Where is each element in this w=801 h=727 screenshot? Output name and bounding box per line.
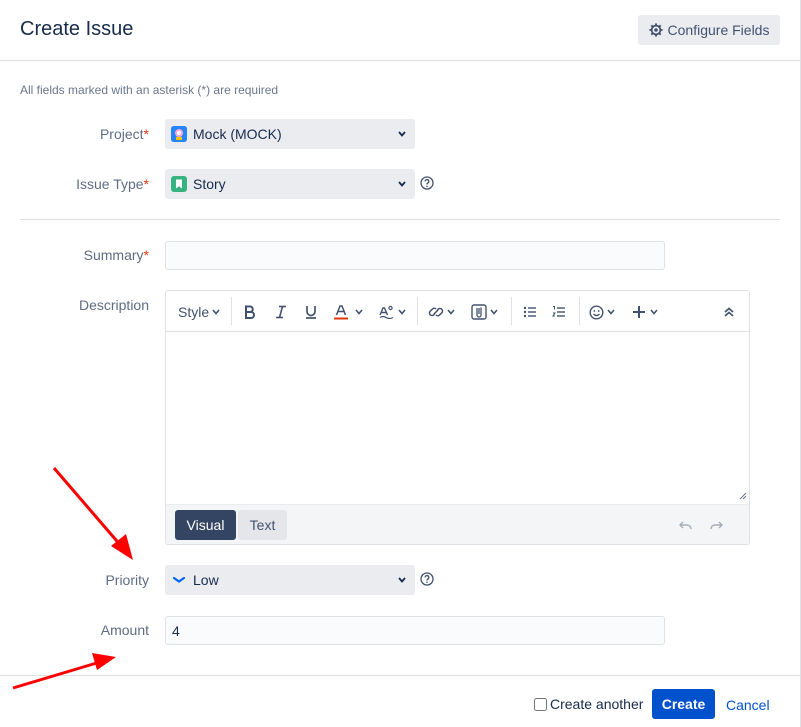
link-button[interactable]: [428, 301, 456, 323]
editor-mode-bar: Visual Text: [166, 504, 749, 544]
text-color-icon: [334, 305, 348, 320]
undo-icon[interactable]: [679, 519, 693, 531]
underline-icon: [306, 306, 316, 319]
amount-label: Amount: [100, 622, 149, 638]
toolbar-separator: [231, 297, 232, 325]
dialog-header: Create Issue Configure Fields: [0, 0, 800, 61]
chevron-down-icon: [650, 309, 658, 315]
underline-button[interactable]: [304, 301, 318, 323]
create-another-checkbox[interactable]: [534, 697, 547, 711]
collapse-icon: [724, 307, 734, 317]
italic-icon: [276, 305, 286, 319]
attachment-button[interactable]: [471, 301, 499, 323]
chevron-down-icon: [398, 577, 406, 583]
emoji-icon: [589, 304, 604, 320]
priority-label: Priority: [105, 572, 149, 588]
dialog-footer: Create another Create Cancel: [0, 675, 800, 727]
style-label: Style: [178, 304, 210, 320]
bullet-list-icon: [523, 306, 536, 318]
attachment-icon: [471, 304, 487, 320]
priority-select[interactable]: Low: [165, 565, 415, 595]
chevron-down-icon: [607, 309, 615, 315]
configure-fields-label: Configure Fields: [667, 22, 770, 38]
help-icon[interactable]: [420, 176, 434, 190]
plus-icon: [633, 306, 645, 318]
text-format-icon: [379, 305, 394, 319]
style-dropdown[interactable]: Style: [178, 301, 221, 323]
cancel-link[interactable]: Cancel: [726, 697, 770, 713]
create-another-checkbox-label[interactable]: Create another: [534, 696, 643, 712]
bold-button[interactable]: [243, 301, 257, 323]
project-avatar-icon: [171, 126, 187, 142]
insert-more-button[interactable]: [632, 301, 659, 323]
story-icon: [171, 176, 187, 192]
project-label: Project*: [99, 126, 149, 142]
toolbar-separator: [579, 297, 580, 325]
chevron-down-icon: [212, 309, 220, 315]
chevron-down-icon: [398, 131, 406, 137]
emoji-button[interactable]: [589, 301, 616, 323]
section-divider: [20, 219, 780, 220]
redo-icon[interactable]: [709, 519, 723, 531]
create-issue-dialog: Create Issue Configure Fields All fields…: [0, 0, 801, 727]
numbered-list-icon: [552, 306, 565, 317]
text-format-button[interactable]: [379, 301, 407, 323]
collapse-toolbar-button[interactable]: [723, 301, 735, 323]
bold-icon: [245, 305, 255, 319]
numbered-list-button[interactable]: [552, 301, 566, 323]
chevron-down-icon: [490, 309, 498, 315]
configure-fields-button[interactable]: Configure Fields: [638, 15, 780, 45]
chevron-down-icon: [447, 309, 455, 315]
chevron-down-icon: [398, 181, 406, 187]
description-textarea[interactable]: [166, 332, 749, 504]
link-icon: [428, 307, 444, 317]
italic-button[interactable]: [274, 301, 288, 323]
required-fields-note: All fields marked with an asterisk (*) a…: [20, 83, 279, 97]
resize-handle-icon[interactable]: [739, 492, 747, 500]
issue-type-value: Story: [193, 176, 226, 192]
help-icon[interactable]: [420, 572, 434, 586]
editor-toolbar: Style: [166, 291, 749, 332]
priority-value: Low: [193, 572, 219, 588]
create-button[interactable]: Create: [652, 689, 715, 719]
text-mode-button[interactable]: Text: [238, 510, 287, 540]
description-editor: Style Visual Text: [165, 290, 750, 545]
toolbar-separator: [511, 297, 512, 325]
text-color-button[interactable]: [333, 301, 364, 323]
bullet-list-button[interactable]: [523, 301, 537, 323]
issue-type-label: Issue Type*: [76, 176, 149, 192]
priority-low-icon: [171, 572, 187, 588]
chevron-down-icon: [398, 309, 406, 315]
project-value: Mock (MOCK): [193, 126, 282, 142]
dialog-title: Create Issue: [20, 18, 134, 40]
issue-type-select[interactable]: Story: [165, 169, 415, 199]
description-label: Description: [78, 297, 149, 313]
visual-mode-button[interactable]: Visual: [175, 510, 236, 540]
chevron-down-icon: [355, 309, 363, 315]
gear-icon: [648, 23, 663, 37]
summary-label: Summary*: [83, 247, 149, 263]
create-another-text: Create another: [550, 696, 644, 712]
summary-input[interactable]: [165, 241, 665, 270]
amount-input[interactable]: [165, 616, 665, 645]
toolbar-separator: [417, 297, 418, 325]
project-select[interactable]: Mock (MOCK): [165, 119, 415, 149]
